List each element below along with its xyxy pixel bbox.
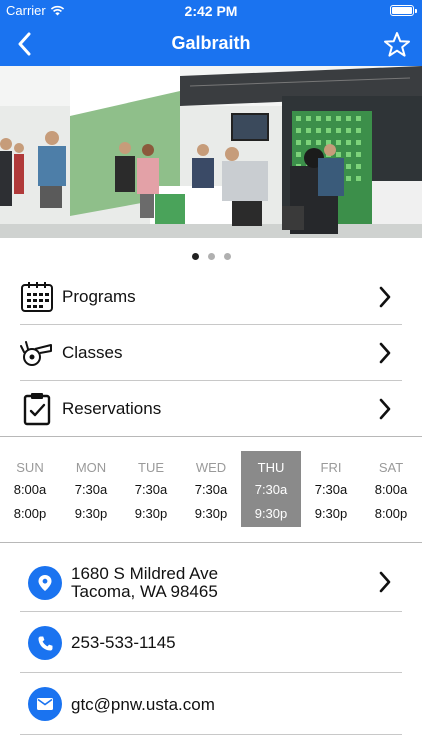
day-label: SAT — [378, 460, 404, 475]
hours-day-sat: SAT 8:00a 8:00p — [361, 451, 421, 527]
pager-dot-1[interactable] — [191, 253, 199, 260]
whistle-icon — [20, 341, 52, 366]
menu-list: Programs Classes Reservations — [0, 269, 422, 437]
menu-item-label: Reservations — [62, 399, 162, 418]
facility-photo[interactable] — [0, 66, 422, 238]
hours-day-wed: WED 7:30a 9:30p — [181, 451, 241, 527]
close-time: 9:30p — [74, 506, 108, 521]
open-time: 7:30a — [194, 482, 228, 497]
open-time: 8:00a — [374, 482, 408, 497]
facility-photo-image — [0, 66, 422, 238]
close-time: 8:00p — [13, 506, 47, 521]
day-label: WED — [195, 460, 227, 475]
open-time: 7:30a — [254, 482, 288, 497]
open-time: 7:30a — [74, 482, 108, 497]
chevron-right-icon — [379, 571, 391, 593]
nav-bar: Galbraith — [0, 22, 422, 66]
status-bar: Carrier 2:42 PM — [0, 0, 422, 22]
hours-day-sun: SUN 8:00a 8:00p — [0, 451, 60, 527]
pager-dot-3[interactable] — [223, 253, 231, 260]
phone-row[interactable]: 253-533-1145 — [0, 612, 422, 673]
phone-number: 253-533-1145 — [71, 633, 176, 652]
hours-day-fri: FRI 7:30a 9:30p — [301, 451, 361, 527]
menu-item-programs[interactable]: Programs — [0, 269, 422, 325]
open-time: 8:00a — [13, 482, 47, 497]
menu-item-label: Programs — [62, 287, 136, 306]
day-label: MON — [75, 460, 107, 475]
divider — [20, 734, 402, 735]
open-time: 7:30a — [314, 482, 348, 497]
status-time: 2:42 PM — [184, 3, 238, 19]
email-row[interactable]: gtc@pnw.usta.com — [0, 673, 422, 735]
menu-item-reservations[interactable]: Reservations — [0, 381, 422, 437]
section-divider — [0, 436, 422, 437]
close-time: 9:30p — [254, 506, 288, 521]
close-time: 9:30p — [194, 506, 228, 521]
menu-item-classes[interactable]: Classes — [0, 325, 422, 381]
favorite-button[interactable] — [380, 27, 414, 61]
section-divider — [0, 542, 422, 543]
chevron-right-icon — [379, 398, 391, 420]
address-row[interactable]: 1680 S Mildred Ave Tacoma, WA 98465 — [0, 555, 422, 612]
open-time: 7:30a — [134, 482, 168, 497]
close-time: 9:30p — [134, 506, 168, 521]
day-label: SUN — [16, 460, 44, 475]
menu-item-label: Classes — [62, 343, 123, 362]
page-title: Galbraith — [171, 33, 251, 53]
hours-day-thu: THU 7:30a 9:30p — [241, 451, 301, 527]
day-label: THU — [257, 460, 285, 475]
email-address: gtc@pnw.usta.com — [71, 695, 215, 714]
chevron-right-icon — [379, 286, 391, 308]
address-text: 1680 S Mildred Ave Tacoma, WA 98465 — [71, 565, 218, 601]
battery-icon — [390, 5, 417, 16]
calendar-icon — [21, 282, 53, 312]
hours-table: SUN 8:00a 8:00p MON 7:30a 9:30p TUE 7:30a 9:30p W… — [0, 451, 422, 527]
photo-pager[interactable] — [0, 253, 422, 260]
phone-icon — [28, 626, 62, 660]
hours-day-mon: MON 7:30a 9:30p — [61, 451, 121, 527]
email-icon — [28, 687, 62, 721]
close-time: 9:30p — [314, 506, 348, 521]
location-pin-icon — [28, 566, 62, 600]
clipboard-check-icon — [23, 393, 51, 426]
address-line1: 1680 S Mildred Ave — [71, 564, 219, 583]
star-outline-icon — [384, 31, 410, 57]
day-label: FRI — [320, 460, 342, 475]
close-time: 8:00p — [374, 506, 408, 521]
hours-day-tue: TUE 7:30a 9:30p — [121, 451, 181, 527]
chevron-right-icon — [379, 342, 391, 364]
pager-dot-2[interactable] — [207, 253, 215, 260]
day-label: TUE — [138, 460, 164, 475]
address-line2: Tacoma, WA 98465 — [71, 582, 218, 601]
